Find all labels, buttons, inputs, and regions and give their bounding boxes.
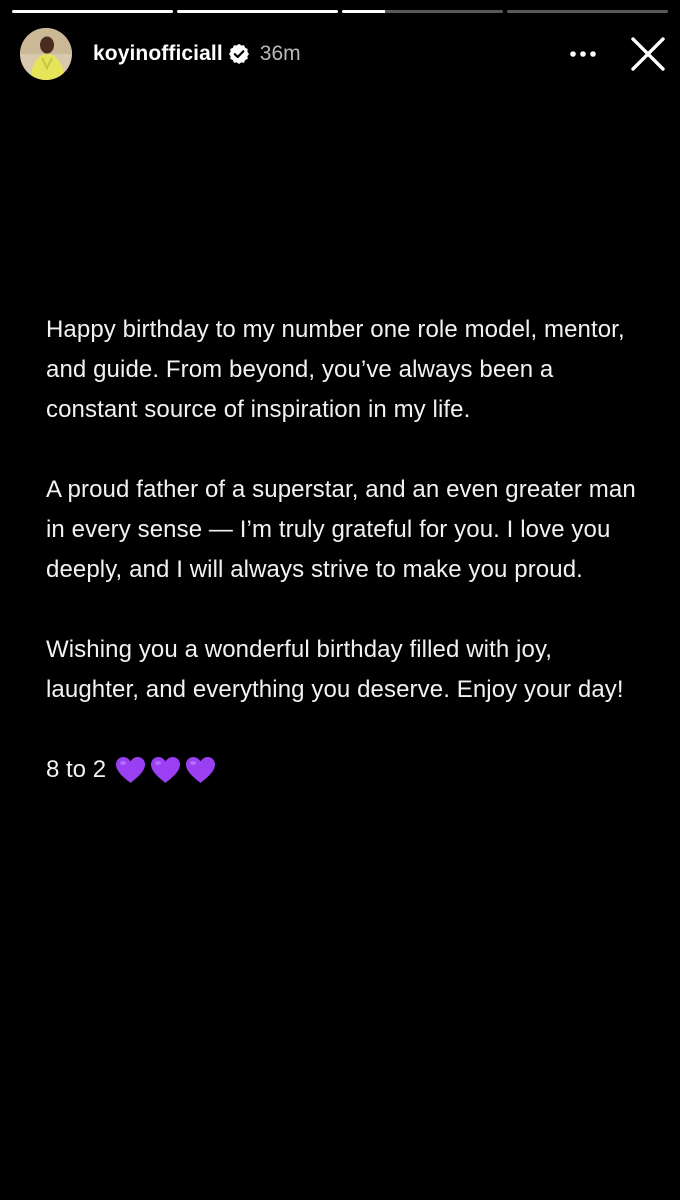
progress-segment-3 (342, 10, 503, 13)
story-paragraph-1: Happy birthday to my number one role mod… (46, 316, 625, 423)
username[interactable]: koyinofficiall (93, 42, 223, 66)
post-time: 36m (259, 42, 301, 65)
more-horizontal-icon (570, 51, 596, 57)
story-text-block: Happy birthday to my number one role mod… (46, 310, 646, 790)
verified-badge-icon (228, 44, 249, 64)
story-paragraph-2: A proud father of a superstar, and an ev… (46, 476, 636, 583)
progress-segment-4 (507, 10, 668, 13)
purple-heart-icon (186, 757, 216, 783)
purple-heart-icon (116, 757, 146, 783)
progress-segment-2 (177, 10, 338, 13)
sign-off-text: 8 to 2 (46, 756, 107, 783)
avatar[interactable] (20, 28, 72, 80)
progress-segment-1 (12, 10, 173, 13)
story-sign-off: 8 to 2 (46, 750, 646, 790)
story-header: koyinofficiall 36m (20, 27, 668, 81)
purple-heart-icon (151, 757, 181, 783)
hearts-group (114, 755, 217, 785)
close-icon (631, 37, 665, 71)
story-progress-bar (12, 10, 668, 13)
more-options-button[interactable] (566, 37, 600, 71)
close-button[interactable] (628, 34, 668, 74)
story-paragraph-3: Wishing you a wonderful birthday filled … (46, 636, 624, 703)
